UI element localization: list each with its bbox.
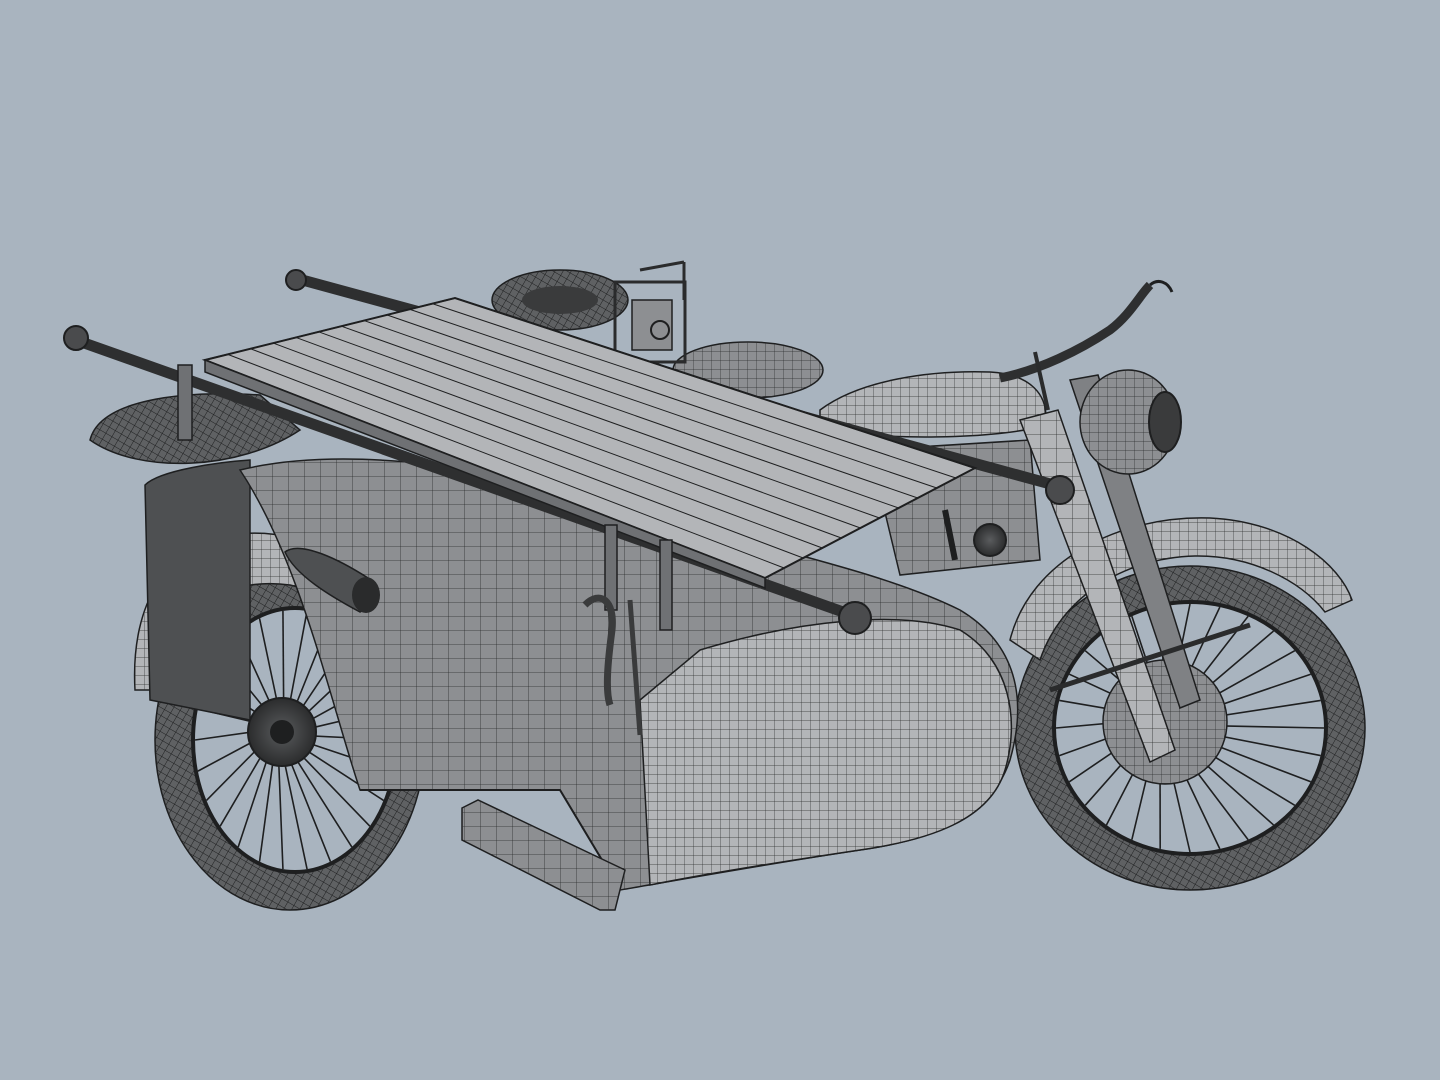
wireframe-render — [0, 0, 1440, 1080]
luggage-rack — [615, 262, 685, 362]
headlamp — [1080, 370, 1181, 474]
front-wheel — [1015, 566, 1365, 890]
render-viewport — [0, 0, 1440, 1080]
